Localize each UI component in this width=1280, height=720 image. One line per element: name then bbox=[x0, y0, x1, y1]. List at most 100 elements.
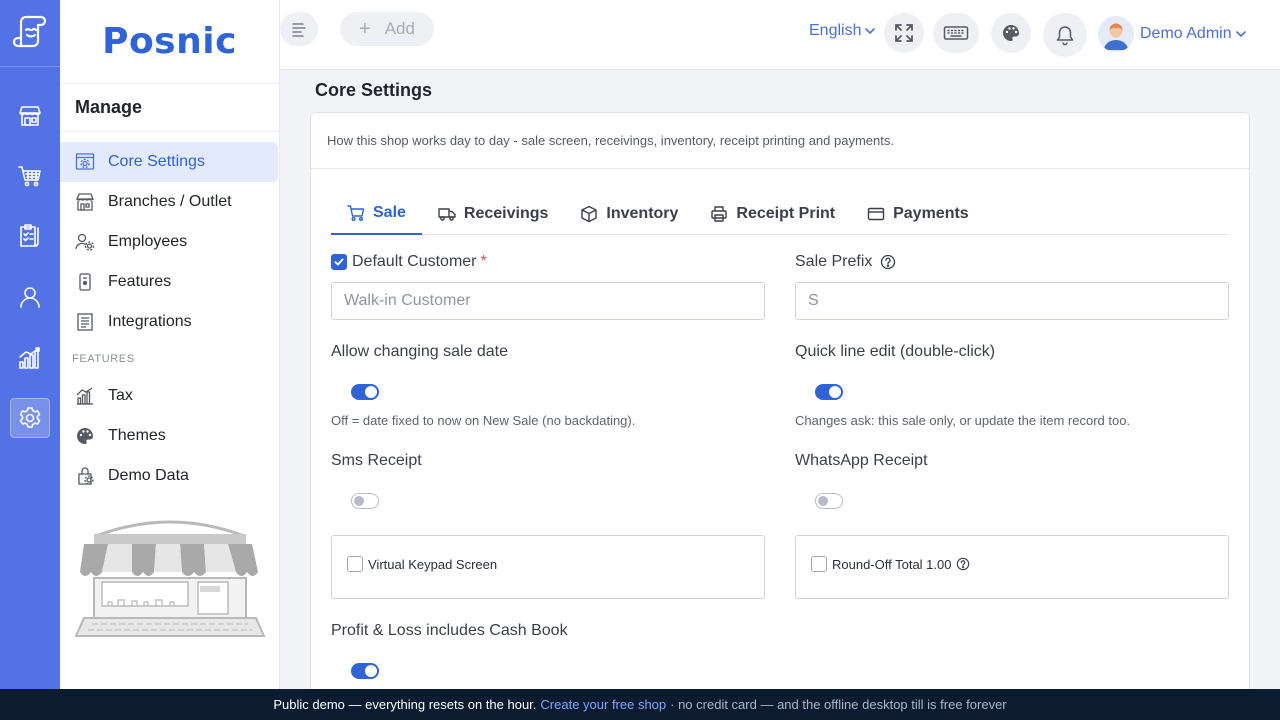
quick-line-edit-hint: Changes ask: this sale only, or update t… bbox=[795, 413, 1131, 428]
default-customer-placeholder: Walk-in Customer bbox=[344, 292, 471, 309]
notifications-button[interactable] bbox=[1043, 13, 1087, 57]
banner-text: Public demo — everything resets on the h… bbox=[273, 697, 537, 712]
language-label: English bbox=[809, 22, 862, 39]
sidebar-section-features: FEATURES bbox=[72, 353, 135, 365]
app-logo-icon[interactable] bbox=[12, 14, 48, 50]
printer-icon bbox=[711, 206, 728, 222]
sidebar-item-label: Employees bbox=[108, 233, 188, 250]
check-icon bbox=[334, 258, 344, 266]
keyboard-button[interactable] bbox=[933, 13, 979, 53]
sidebar-title: Manage bbox=[60, 84, 279, 132]
tab-label: Receipt Print bbox=[736, 205, 836, 222]
tab-payments[interactable]: Payments bbox=[851, 193, 985, 235]
sale-prefix-input[interactable]: S bbox=[795, 282, 1229, 320]
brand-name: Posnic bbox=[102, 21, 237, 62]
settings-window-icon bbox=[75, 153, 95, 170]
tab-receivings[interactable]: Receivings bbox=[422, 193, 564, 235]
align-left-icon bbox=[292, 23, 306, 37]
sidebar-item-demo-data[interactable]: Demo Data bbox=[60, 456, 278, 496]
round-off-box: Round-Off Total 1.00 bbox=[795, 535, 1229, 599]
add-button[interactable]: + Add bbox=[340, 12, 434, 46]
palette-icon bbox=[1003, 25, 1019, 41]
allow-sale-date-toggle[interactable] bbox=[351, 384, 379, 400]
brand-logo[interactable]: Posnic bbox=[60, 0, 279, 84]
building-icon bbox=[76, 193, 94, 211]
card-icon bbox=[867, 207, 885, 221]
rail-clipboard-button[interactable] bbox=[10, 216, 50, 256]
cart-icon bbox=[18, 166, 41, 187]
create-shop-link[interactable]: Create your free shop bbox=[540, 697, 666, 712]
language-selector[interactable]: English bbox=[809, 22, 876, 40]
palette-icon bbox=[77, 428, 93, 444]
chevron-down-icon bbox=[865, 28, 876, 35]
icon-rail bbox=[0, 0, 60, 690]
round-off-label: Round-Off Total 1.00 bbox=[832, 556, 952, 572]
chevron-down-icon bbox=[1235, 31, 1246, 38]
sidebar-item-tax[interactable]: Tax bbox=[60, 376, 278, 416]
tax-icon bbox=[76, 387, 93, 405]
sidebar-item-label: Tax bbox=[108, 387, 133, 404]
quick-line-edit-toggle[interactable] bbox=[815, 384, 843, 400]
default-customer-input[interactable]: Walk-in Customer bbox=[331, 282, 765, 320]
bell-icon bbox=[1056, 26, 1074, 46]
avatar bbox=[1098, 16, 1134, 52]
sidebar-item-core-settings[interactable]: Core Settings bbox=[60, 142, 278, 182]
employees-icon bbox=[75, 233, 95, 251]
help-icon[interactable] bbox=[956, 557, 970, 571]
sidebar-item-features[interactable]: Features bbox=[60, 262, 278, 302]
rail-user-button[interactable] bbox=[10, 277, 50, 317]
sms-receipt-label: Sms Receipt bbox=[331, 452, 422, 469]
sidebar-item-label: Branches / Outlet bbox=[108, 193, 232, 210]
virtual-keypad-checkbox[interactable] bbox=[347, 556, 363, 572]
sidebar-item-integrations[interactable]: Integrations bbox=[60, 302, 278, 342]
menu-toggle-button[interactable] bbox=[280, 12, 318, 46]
shop-illustration bbox=[74, 520, 266, 637]
tab-label: Receivings bbox=[463, 205, 549, 222]
demo-banner: Public demo — everything resets on the h… bbox=[0, 689, 1280, 720]
tab-receipt-print[interactable]: Receipt Print bbox=[694, 193, 851, 235]
sidebar-item-label: Features bbox=[108, 273, 172, 290]
tab-label: Inventory bbox=[606, 205, 679, 222]
help-icon[interactable] bbox=[880, 254, 896, 270]
rail-cart-button[interactable] bbox=[10, 156, 50, 196]
store-icon bbox=[19, 106, 41, 126]
settings-sidebar: Posnic Manage Core Settings Branches / O… bbox=[60, 0, 280, 690]
tab-inventory[interactable]: Inventory bbox=[564, 193, 694, 235]
demo-data-icon bbox=[78, 467, 94, 485]
required-mark: * bbox=[480, 253, 487, 270]
sale-prefix-label: Sale Prefix bbox=[795, 253, 896, 271]
keyboard-icon bbox=[943, 26, 969, 40]
rail-reports-button[interactable] bbox=[10, 338, 50, 378]
sidebar-item-themes[interactable]: Themes bbox=[60, 416, 278, 456]
theme-button[interactable] bbox=[991, 13, 1031, 53]
integrations-icon bbox=[77, 313, 93, 331]
default-customer-checkbox[interactable] bbox=[331, 254, 347, 270]
sidebar-item-employees[interactable]: Employees bbox=[60, 222, 278, 262]
round-off-checkbox[interactable] bbox=[811, 556, 827, 572]
user-name: Demo Admin bbox=[1140, 25, 1232, 42]
virtual-keypad-label: Virtual Keypad Screen bbox=[368, 556, 498, 572]
tab-label: Sale bbox=[373, 204, 406, 221]
page-description: How this shop works day to day - sale sc… bbox=[311, 113, 1249, 169]
allow-sale-date-label: Allow changing sale date bbox=[331, 343, 509, 360]
fullscreen-button[interactable] bbox=[884, 13, 924, 53]
whatsapp-receipt-toggle[interactable] bbox=[815, 493, 843, 509]
truck-icon bbox=[438, 208, 456, 221]
cart-icon bbox=[347, 205, 365, 221]
sidebar-item-branches[interactable]: Branches / Outlet bbox=[60, 182, 278, 222]
rail-store-button[interactable] bbox=[10, 96, 50, 136]
default-customer-label: Default Customer * bbox=[331, 253, 487, 271]
quick-line-edit-label: Quick line edit (double-click) bbox=[795, 343, 996, 360]
tab-label: Payments bbox=[893, 205, 969, 222]
user-menu[interactable]: Demo Admin bbox=[1098, 16, 1247, 52]
plus-icon: + bbox=[359, 17, 371, 40]
tab-sale[interactable]: Sale bbox=[331, 193, 422, 235]
user-icon bbox=[20, 287, 40, 308]
chart-icon bbox=[19, 347, 40, 369]
rail-settings-button[interactable] bbox=[10, 398, 50, 438]
gear-icon bbox=[19, 407, 41, 428]
virtual-keypad-box: Virtual Keypad Screen bbox=[331, 535, 765, 599]
sms-receipt-toggle[interactable] bbox=[351, 493, 379, 509]
profit-loss-toggle[interactable] bbox=[351, 663, 379, 679]
profit-loss-label: Profit & Loss includes Cash Book bbox=[331, 622, 568, 639]
